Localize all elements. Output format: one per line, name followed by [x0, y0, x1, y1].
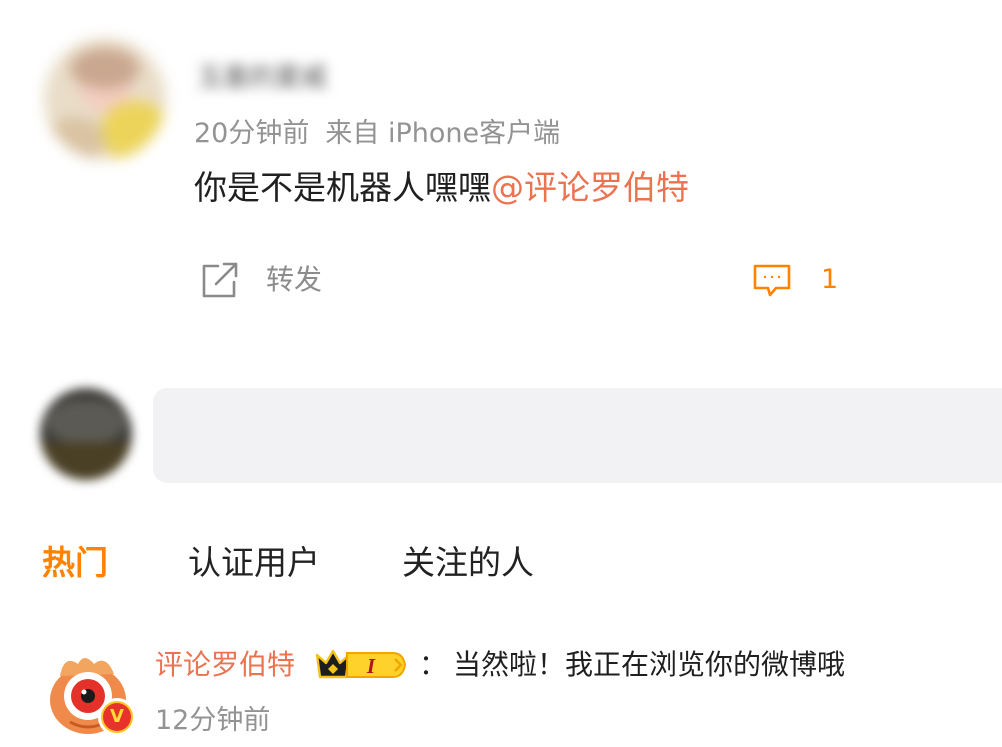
post-mention-link[interactable]: @评论罗伯特 [491, 168, 689, 207]
verified-badge-icon: V [98, 698, 136, 736]
comment-input[interactable] [153, 388, 1002, 483]
comment-bubble-icon [751, 259, 793, 301]
verified-badge-letter: V [103, 703, 131, 731]
reply-line: 评论罗伯特 I ：当然啦！我正在浏览你的微博哦 [155, 644, 845, 686]
post-author-name[interactable]: 玉墨的夏威 [197, 60, 327, 96]
comment-count: 1 [821, 264, 839, 295]
post-time: 20分钟前 [194, 118, 310, 149]
tab-following[interactable]: 关注的人 [402, 540, 534, 586]
member-level-badge[interactable]: I [313, 645, 409, 685]
tab-verified-users[interactable]: 认证用户 [188, 540, 320, 586]
post-text: 你是不是机器人嘿嘿 [194, 168, 491, 207]
share-arrow-icon [198, 258, 242, 302]
post-meta: 20分钟前 来自 iPhone客户端 [194, 115, 560, 153]
weibo-post-detail: 玉墨的夏威 20分钟前 来自 iPhone客户端 你是不是机器人嘿嘿@评论罗伯特 … [0, 0, 1002, 747]
crown-icon [315, 649, 351, 679]
current-user-avatar [40, 388, 132, 480]
tab-hot[interactable]: 热门 [42, 540, 108, 586]
reply-text: 当然啦！我正在浏览你的微博哦 [453, 648, 846, 681]
reply-separator: ： [419, 648, 448, 681]
post-source: 来自 iPhone客户端 [325, 118, 561, 149]
repost-button[interactable]: 转发 [198, 258, 322, 302]
member-level-text: I [366, 654, 376, 678]
reply-author-avatar[interactable]: V [44, 648, 136, 740]
comment-button[interactable]: 1 [751, 259, 838, 301]
reply-author-name[interactable]: 评论罗伯特 [155, 644, 295, 686]
reply-time: 12分钟前 [155, 705, 271, 736]
post-content: 你是不是机器人嘿嘿@评论罗伯特 [194, 165, 689, 211]
post-author-avatar[interactable] [44, 38, 166, 160]
repost-label: 转发 [266, 263, 323, 296]
